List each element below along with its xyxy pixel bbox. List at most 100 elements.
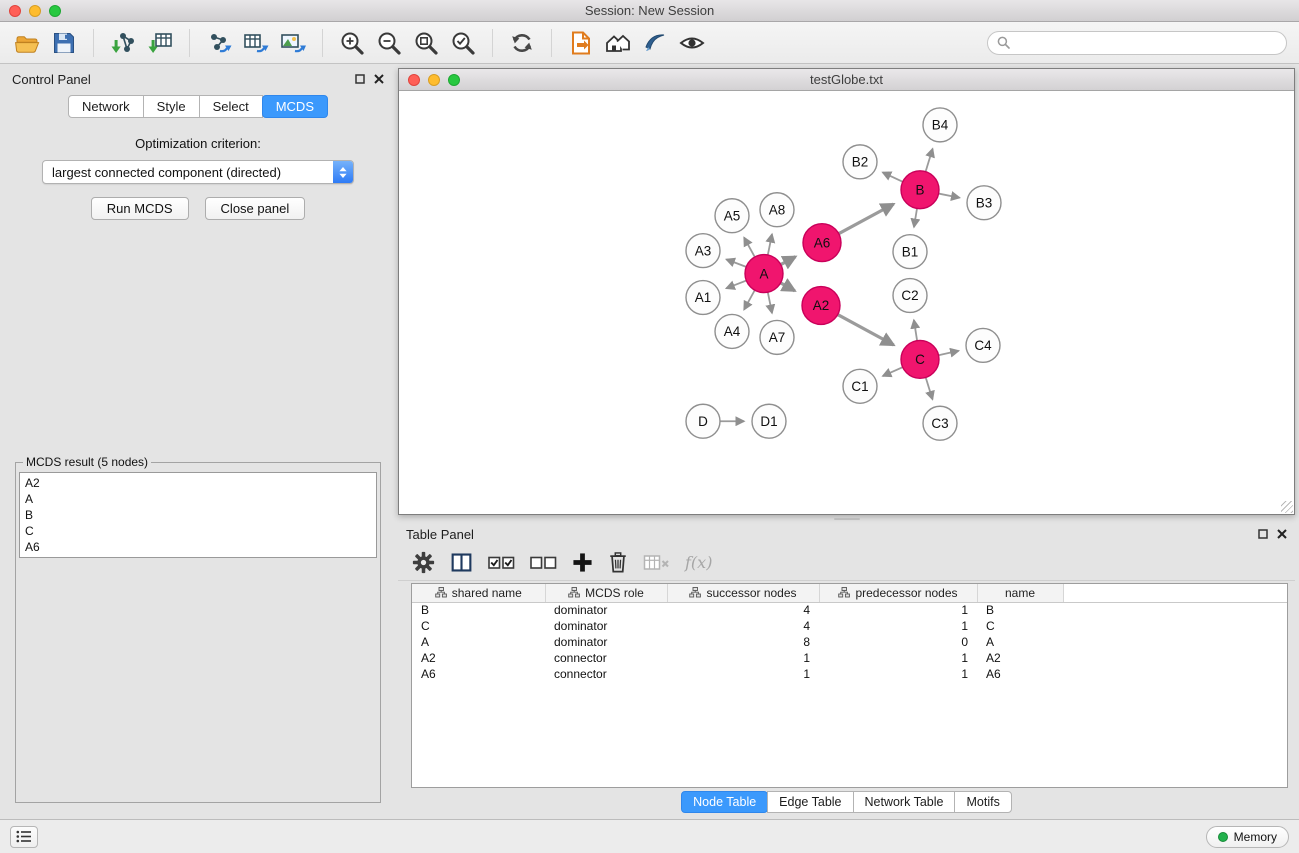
import-network-button[interactable] xyxy=(108,27,138,59)
zoom-window-button[interactable] xyxy=(49,5,61,17)
graphics-details-button[interactable] xyxy=(677,27,707,59)
horizontal-splitter[interactable] xyxy=(398,515,1295,523)
network-canvas[interactable]: B4B2BB3A5A8A6B1A3AC2A1A2A4A7C4CC1C3DD1 xyxy=(399,91,1294,514)
delete-table-button[interactable] xyxy=(643,553,670,573)
table-row[interactable]: Cdominator41C xyxy=(412,618,1287,634)
graph-edge-C-C1[interactable] xyxy=(883,367,903,376)
apply-layout-button[interactable] xyxy=(507,27,537,59)
graph-node-C3[interactable]: C3 xyxy=(923,406,957,440)
graph-edge-A-A7[interactable] xyxy=(768,292,772,313)
graph-node-A3[interactable]: A3 xyxy=(686,234,720,268)
home-button[interactable] xyxy=(603,27,633,59)
table-settings-button[interactable] xyxy=(412,551,435,574)
tab-node-table[interactable]: Node Table xyxy=(681,791,768,813)
save-session-button[interactable] xyxy=(49,27,79,59)
memory-button[interactable]: Memory xyxy=(1206,826,1289,848)
export-table-button[interactable] xyxy=(241,27,271,59)
table-row[interactable]: Adominator80A xyxy=(412,634,1287,650)
network-close-button[interactable] xyxy=(408,74,420,86)
graph-node-A5[interactable]: A5 xyxy=(715,199,749,233)
graph-edge-C-C4[interactable] xyxy=(939,351,959,355)
graph-edge-A-A2[interactable] xyxy=(781,283,795,291)
criterion-dropdown[interactable]: largest connected component (directed) xyxy=(42,160,354,184)
graph-edge-A2-C[interactable] xyxy=(838,315,894,345)
window-resize-grip[interactable] xyxy=(1281,501,1293,513)
graph-node-D1[interactable]: D1 xyxy=(752,404,786,438)
graph-edge-A6-B[interactable] xyxy=(839,204,894,234)
graph-edge-B-B2[interactable] xyxy=(883,172,903,181)
tab-select[interactable]: Select xyxy=(199,95,263,118)
zoom-fit-button[interactable] xyxy=(411,27,441,59)
tab-motifs[interactable]: Motifs xyxy=(954,791,1011,813)
graph-node-A[interactable]: A xyxy=(745,255,783,293)
column-header-name[interactable]: name xyxy=(977,584,1063,602)
mcds-result-item[interactable]: B xyxy=(25,507,371,523)
mcds-result-item[interactable]: A2 xyxy=(25,475,371,491)
graph-node-C[interactable]: C xyxy=(901,340,939,378)
unselect-all-columns-button[interactable] xyxy=(530,554,557,571)
network-window-titlebar[interactable]: testGlobe.txt xyxy=(399,69,1294,91)
create-column-button[interactable] xyxy=(572,552,593,573)
graph-node-A1[interactable]: A1 xyxy=(686,281,720,315)
column-header-predecessor-nodes[interactable]: predecessor nodes xyxy=(819,584,977,602)
column-header-mcds-role[interactable]: MCDS role xyxy=(545,584,667,602)
zoom-in-button[interactable] xyxy=(337,27,367,59)
task-history-button[interactable] xyxy=(10,826,38,848)
open-document-button[interactable] xyxy=(566,27,596,59)
close-table-panel-button[interactable] xyxy=(1277,529,1287,539)
run-mcds-button[interactable]: Run MCDS xyxy=(91,197,189,220)
network-minimize-button[interactable] xyxy=(428,74,440,86)
graph-edge-C-C2[interactable] xyxy=(914,320,917,340)
graph-node-A8[interactable]: A8 xyxy=(760,193,794,227)
select-all-columns-button[interactable] xyxy=(488,554,515,571)
graph-edge-B-B3[interactable] xyxy=(939,194,960,198)
graph-node-D[interactable]: D xyxy=(686,404,720,438)
graph-node-B2[interactable]: B2 xyxy=(843,145,877,179)
graph-node-B1[interactable]: B1 xyxy=(893,235,927,269)
zoom-out-button[interactable] xyxy=(374,27,404,59)
graph-edge-A-A5[interactable] xyxy=(744,238,755,257)
tab-style[interactable]: Style xyxy=(143,95,200,118)
table-row[interactable]: Bdominator41B xyxy=(412,602,1287,618)
graph-edge-A-A8[interactable] xyxy=(768,234,772,255)
graph-node-C1[interactable]: C1 xyxy=(843,369,877,403)
graph-node-B3[interactable]: B3 xyxy=(967,186,1001,220)
graph-node-A7[interactable]: A7 xyxy=(760,320,794,354)
column-header-shared-name[interactable]: shared name xyxy=(412,584,545,602)
network-zoom-button[interactable] xyxy=(448,74,460,86)
graph-node-A2[interactable]: A2 xyxy=(802,287,840,325)
export-network-button[interactable] xyxy=(204,27,234,59)
column-header-successor-nodes[interactable]: successor nodes xyxy=(667,584,819,602)
graph-edge-A-A6[interactable] xyxy=(781,257,796,265)
close-panel-action-button[interactable]: Close panel xyxy=(205,197,306,220)
graph-edge-B-B1[interactable] xyxy=(914,209,917,227)
graph-node-A6[interactable]: A6 xyxy=(803,224,841,262)
graph-node-B[interactable]: B xyxy=(901,171,939,209)
export-image-button[interactable] xyxy=(278,27,308,59)
close-window-button[interactable] xyxy=(9,5,21,17)
tab-network[interactable]: Network xyxy=(68,95,144,118)
graph-node-B4[interactable]: B4 xyxy=(923,108,957,142)
graph-edge-A-A1[interactable] xyxy=(726,281,746,289)
float-panel-button[interactable] xyxy=(355,74,365,84)
show-columns-button[interactable] xyxy=(450,551,473,574)
float-table-panel-button[interactable] xyxy=(1258,529,1268,539)
tab-mcds[interactable]: MCDS xyxy=(262,95,328,118)
open-session-button[interactable] xyxy=(12,27,42,59)
mcds-result-item[interactable]: A6 xyxy=(25,539,371,555)
graph-edge-A-A4[interactable] xyxy=(744,290,755,309)
zoom-selected-button[interactable] xyxy=(448,27,478,59)
annotations-button[interactable] xyxy=(640,27,670,59)
tab-network-table[interactable]: Network Table xyxy=(853,791,956,813)
graph-node-C2[interactable]: C2 xyxy=(893,279,927,313)
import-table-button[interactable] xyxy=(145,27,175,59)
mcds-result-item[interactable]: C xyxy=(25,523,371,539)
tab-edge-table[interactable]: Edge Table xyxy=(767,791,853,813)
graph-node-A4[interactable]: A4 xyxy=(715,314,749,348)
table-row[interactable]: A2connector11A2 xyxy=(412,650,1287,666)
close-panel-button[interactable] xyxy=(374,74,384,84)
search-input[interactable] xyxy=(1015,35,1277,50)
delete-column-button[interactable] xyxy=(608,551,628,574)
graph-edge-C-C3[interactable] xyxy=(926,377,933,399)
graph-edge-B-B4[interactable] xyxy=(926,149,933,172)
